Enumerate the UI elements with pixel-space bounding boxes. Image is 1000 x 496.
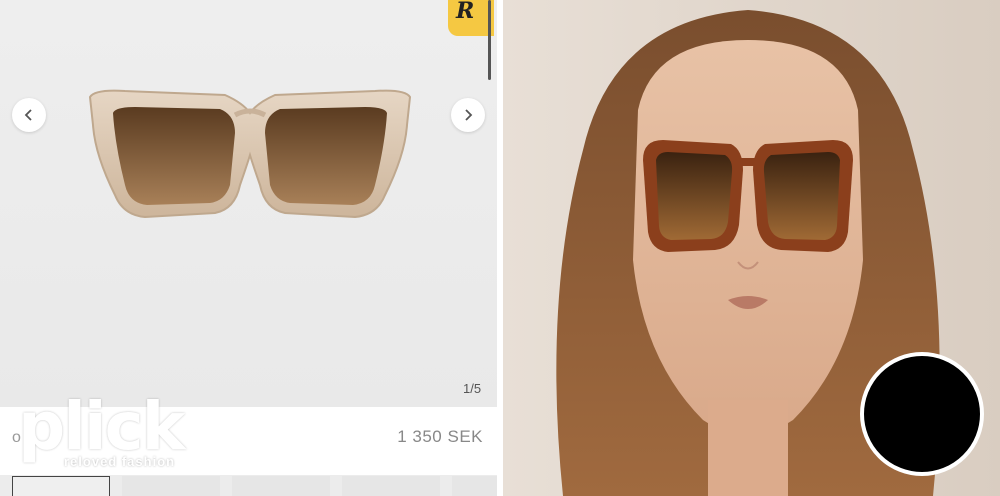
thumbnail[interactable] (12, 476, 110, 496)
previous-image-button[interactable] (12, 98, 46, 132)
overlay-circle (860, 352, 984, 476)
thumbnail[interactable] (122, 476, 220, 496)
image-counter: 1/5 (463, 381, 482, 396)
next-image-button[interactable] (451, 98, 485, 132)
chevron-right-icon (465, 109, 473, 121)
product-gallery: 1/5 R o F 1 350 SEK plick reloved fashio… (0, 0, 497, 496)
scrollbar[interactable] (488, 0, 491, 80)
product-name: o F (12, 429, 36, 446)
product-image[interactable]: 1/5 (0, 0, 497, 407)
thumbnail[interactable] (232, 476, 330, 496)
thumbnail[interactable] (452, 476, 497, 496)
thumbnail[interactable] (342, 476, 440, 496)
chevron-left-icon (24, 109, 32, 121)
product-info-bar: o F 1 350 SEK (0, 407, 497, 475)
thumbnail-strip (0, 476, 497, 496)
brand-badge-letter: R (456, 0, 475, 24)
sunglasses-image (88, 89, 412, 219)
product-price: 1 350 SEK (397, 427, 483, 446)
